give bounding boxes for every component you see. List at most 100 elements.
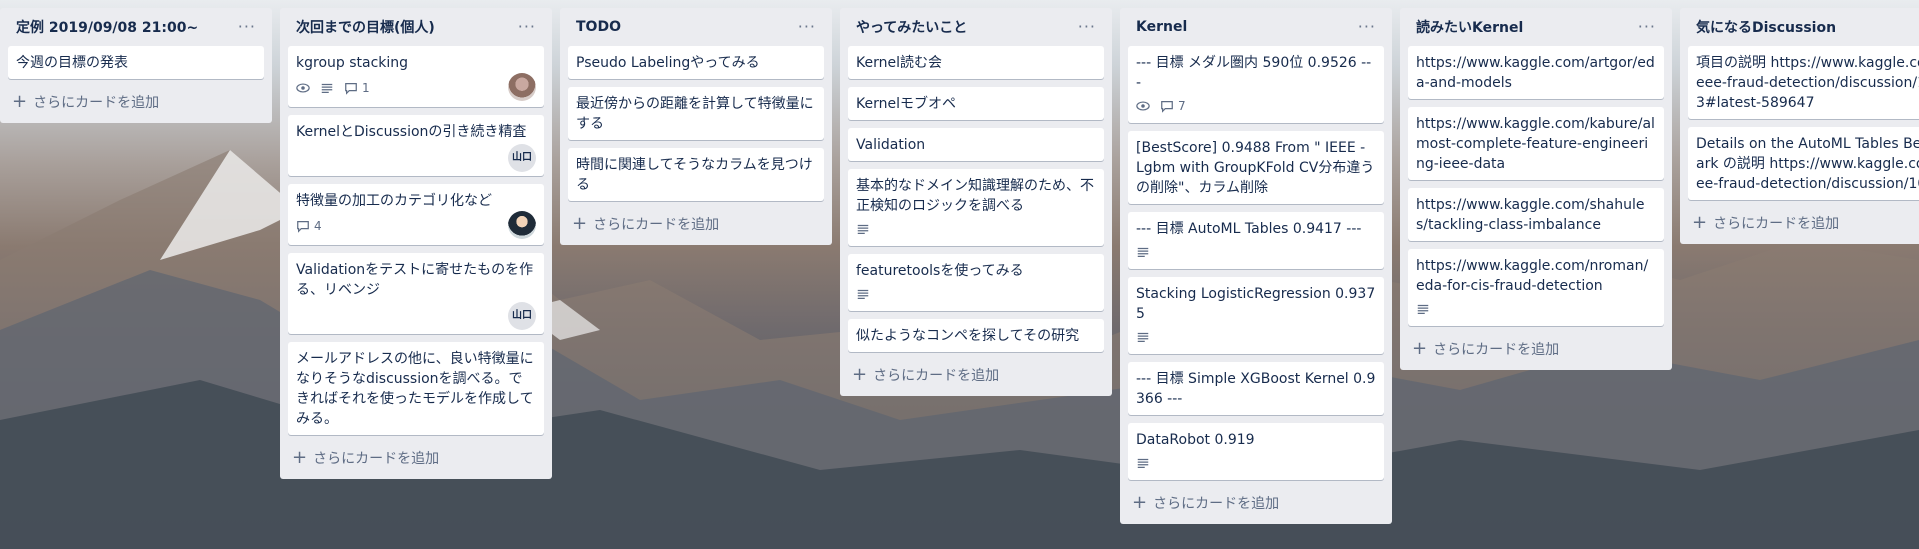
card-title: --- 目標 メダル圏内 590位 0.9526 --- <box>1136 55 1372 91</box>
list-menu-icon[interactable]: ··· <box>1632 19 1662 35</box>
card[interactable]: 似たようなコンペを探してその研究 <box>848 319 1104 352</box>
card[interactable]: https://www.kaggle.com/kabure/almost-com… <box>1408 107 1664 180</box>
card-title: Kernelモブオペ <box>856 96 956 112</box>
add-card-label: さらにカードを追加 <box>1433 342 1560 358</box>
card-badges: 7 <box>1136 95 1376 117</box>
card[interactable]: --- 目標 AutoML Tables 0.9417 --- <box>1128 212 1384 269</box>
card[interactable]: featuretoolsを使ってみる <box>848 254 1104 311</box>
add-card-button[interactable]: + さらにカードを追加 <box>1128 488 1384 518</box>
add-card-button[interactable]: + さらにカードを追加 <box>8 87 264 117</box>
add-card-label: さらにカードを追加 <box>33 95 160 111</box>
card[interactable]: 特徴量の加工のカテゴリ化など 4 <box>288 184 544 245</box>
card-badges <box>1136 452 1376 474</box>
card-title: 最近傍からの距離を計算して特徴量にする <box>576 96 814 132</box>
card-title: Kernel読む会 <box>856 55 942 71</box>
card[interactable]: 項目の説明 https://www.kaggle.com/c/ieee-frau… <box>1688 46 1919 119</box>
card[interactable]: 最近傍からの距離を計算して特徴量にする <box>568 87 824 140</box>
list-title[interactable]: 気になるDiscussion <box>1696 17 1836 37</box>
plus-icon: + <box>292 447 308 468</box>
card[interactable]: Stacking LogisticRegression 0.9375 <box>1128 277 1384 354</box>
list-title[interactable]: 読みたいKernel <box>1416 17 1523 37</box>
add-card-button[interactable]: + さらにカードを追加 <box>1688 208 1911 238</box>
card[interactable]: Details on the AutoML Tables Benchmark の… <box>1688 127 1919 200</box>
plus-icon: + <box>1132 492 1148 513</box>
comment-badge: 1 <box>344 78 370 98</box>
add-card-label: さらにカードを追加 <box>593 217 720 233</box>
plus-icon: + <box>12 91 28 112</box>
card[interactable]: Pseudo Labelingやってみる <box>568 46 824 79</box>
comment-count: 1 <box>362 81 370 95</box>
card-title: Details on the AutoML Tables Benchmark の… <box>1696 136 1919 192</box>
comment-badge: 4 <box>296 216 322 236</box>
avatar[interactable] <box>508 73 536 101</box>
card[interactable]: メールアドレスの他に、良い特徴量になりそうなdiscussionを調べる。できれ… <box>288 342 544 435</box>
list-header: 定例 2019/09/08 21:00~ ··· <box>8 8 264 46</box>
list-header: Kernel ··· <box>1128 8 1384 46</box>
list-menu-icon[interactable]: ··· <box>1352 19 1382 35</box>
card[interactable]: KernelとDiscussionの引き続き精査 山口 <box>288 115 544 176</box>
card-title: featuretoolsを使ってみる <box>856 263 1024 279</box>
card[interactable]: DataRobot 0.919 <box>1128 423 1384 480</box>
add-card-button[interactable]: + さらにカードを追加 <box>288 443 544 473</box>
card[interactable]: --- 目標 メダル圏内 590位 0.9526 --- 7 <box>1128 46 1384 123</box>
avatar[interactable]: 山口 <box>508 144 536 172</box>
card[interactable]: --- 目標 Simple XGBoost Kernel 0.9366 --- <box>1128 362 1384 415</box>
card[interactable]: Kernel読む会 <box>848 46 1104 79</box>
description-icon <box>1136 245 1150 259</box>
card-badges <box>856 283 1096 305</box>
add-card-button[interactable]: + さらにカードを追加 <box>568 209 824 239</box>
description-icon <box>856 287 870 301</box>
list-personal-goals: 次回までの目標(個人) ··· kgroup stacking 1 Kernel… <box>280 8 552 479</box>
card-title: 時間に関連してそうなカラムを見つける <box>576 157 813 193</box>
list-header: 読みたいKernel ··· <box>1408 8 1664 46</box>
list-menu-icon[interactable]: ··· <box>512 19 542 35</box>
comment-badge: 7 <box>1160 96 1186 116</box>
card[interactable]: Validation <box>848 128 1104 161</box>
card-badges: 1 <box>296 77 370 99</box>
add-card-label: さらにカードを追加 <box>873 368 1000 384</box>
list-weekly-meeting: 定例 2019/09/08 21:00~ ··· 今週の目標の発表 + さらにカー… <box>0 8 272 123</box>
list-title[interactable]: TODO <box>576 19 621 35</box>
card[interactable]: [BestScore] 0.9488 From " IEEE - Lgbm wi… <box>1128 131 1384 204</box>
card[interactable]: 今週の目標の発表 <box>8 46 264 79</box>
plus-icon: + <box>1412 338 1428 359</box>
add-card-label: さらにカードを追加 <box>313 451 440 467</box>
card[interactable]: Kernelモブオペ <box>848 87 1104 120</box>
card-title: https://www.kaggle.com/nroman/eda-for-ci… <box>1416 258 1649 294</box>
card-title: 項目の説明 https://www.kaggle.com/c/ieee-frau… <box>1696 55 1919 111</box>
card-badges <box>1416 298 1656 320</box>
card[interactable]: kgroup stacking 1 <box>288 46 544 107</box>
list-title[interactable]: Kernel <box>1136 19 1187 35</box>
comment-count: 7 <box>1178 99 1186 113</box>
card[interactable]: Validationをテストに寄せたものを作る、リベンジ 山口 <box>288 253 544 334</box>
card-badges <box>1136 326 1376 348</box>
card-title: kgroup stacking <box>296 55 409 71</box>
list-menu-icon[interactable]: ··· <box>1072 19 1102 35</box>
add-card-button[interactable]: + さらにカードを追加 <box>1408 334 1664 364</box>
card-title: --- 目標 AutoML Tables 0.9417 --- <box>1136 221 1362 237</box>
card[interactable]: https://www.kaggle.com/shahules/tackling… <box>1408 188 1664 241</box>
add-card-button[interactable]: + さらにカードを追加 <box>848 360 1104 390</box>
list-title[interactable]: やってみたいこと <box>856 17 967 37</box>
avatar[interactable]: 山口 <box>508 302 536 330</box>
card[interactable]: 基本的なドメイン知識理解のため、不正検知のロジックを調べる <box>848 169 1104 246</box>
card-title: DataRobot 0.919 <box>1136 432 1255 448</box>
card[interactable]: https://www.kaggle.com/nroman/eda-for-ci… <box>1408 249 1664 326</box>
card-badges: 4 <box>296 215 322 237</box>
card-title: Stacking LogisticRegression 0.9375 <box>1136 286 1376 322</box>
plus-icon: + <box>572 213 588 234</box>
list-menu-icon[interactable]: ··· <box>232 19 262 35</box>
card[interactable]: 時間に関連してそうなカラムを見つける <box>568 148 824 201</box>
list-menu-icon[interactable]: ··· <box>792 19 822 35</box>
list-title[interactable]: 次回までの目標(個人) <box>296 17 435 37</box>
card-badges <box>856 218 1096 240</box>
avatar[interactable] <box>508 211 536 239</box>
list-title[interactable]: 定例 2019/09/08 21:00~ <box>16 17 198 37</box>
card[interactable]: https://www.kaggle.com/artgor/eda-and-mo… <box>1408 46 1664 99</box>
card-title: [BestScore] 0.9488 From " IEEE - Lgbm wi… <box>1136 140 1375 196</box>
card-title: 今週の目標の発表 <box>16 55 128 71</box>
comment-icon <box>345 83 357 95</box>
plus-icon: + <box>852 364 868 385</box>
add-card-label: さらにカードを追加 <box>1153 496 1280 512</box>
description-icon <box>856 222 870 236</box>
